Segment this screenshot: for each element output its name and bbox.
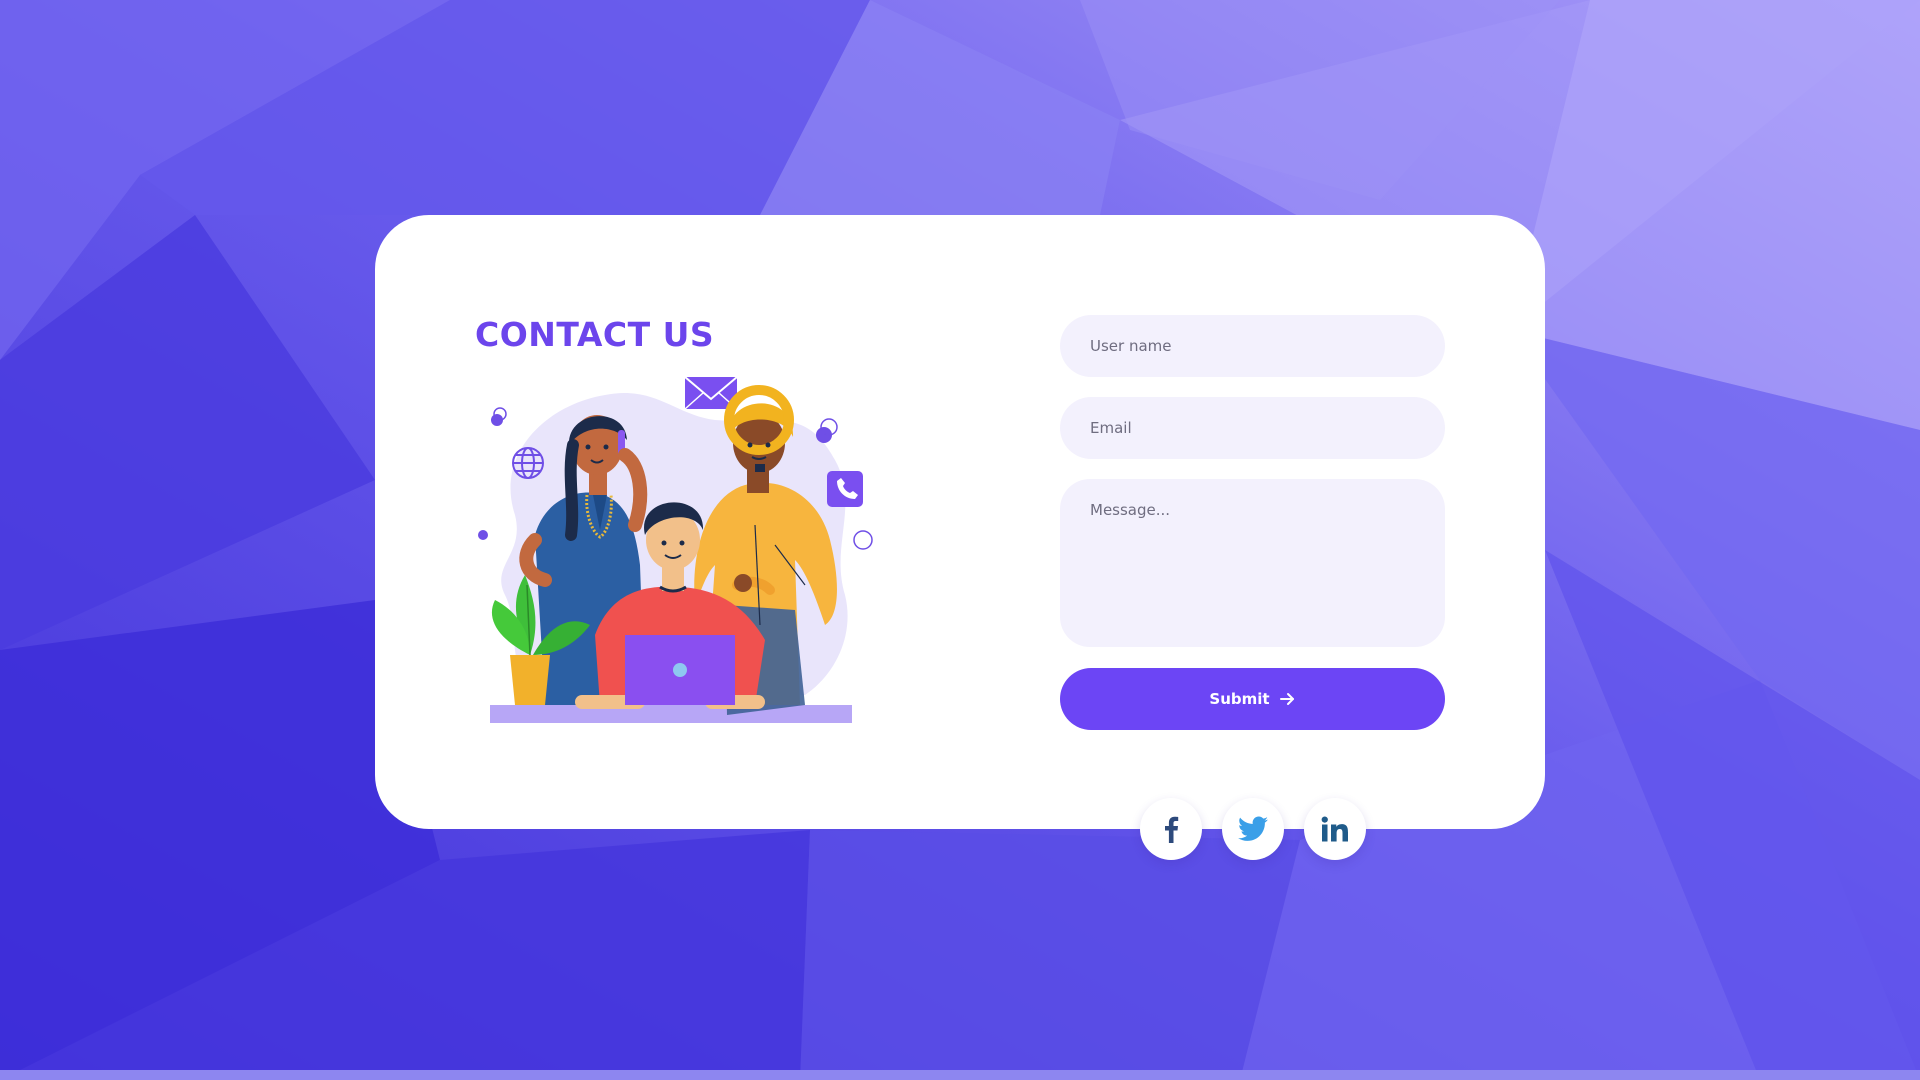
- email-input[interactable]: [1060, 397, 1445, 459]
- submit-label: Submit: [1209, 690, 1270, 708]
- username-input[interactable]: [1060, 315, 1445, 377]
- linkedin-button[interactable]: [1304, 798, 1366, 860]
- submit-button[interactable]: Submit: [1060, 668, 1445, 730]
- message-textarea[interactable]: [1060, 479, 1445, 647]
- contact-form: Submit: [1060, 315, 1445, 730]
- linkedin-icon: [1321, 816, 1348, 842]
- facebook-button[interactable]: [1140, 798, 1202, 860]
- twitter-icon: [1238, 816, 1268, 841]
- facebook-icon: [1165, 816, 1179, 843]
- bottom-strip: [0, 1070, 1920, 1080]
- contact-card: CONTACT US User name Email Message... Su…: [375, 215, 1545, 829]
- social-links: [1140, 798, 1366, 860]
- phone-icon: [827, 471, 863, 507]
- team-illustration: [478, 376, 873, 723]
- page-title: CONTACT US: [475, 315, 715, 354]
- arrow-right-icon: [1279, 693, 1294, 705]
- twitter-button[interactable]: [1222, 798, 1284, 860]
